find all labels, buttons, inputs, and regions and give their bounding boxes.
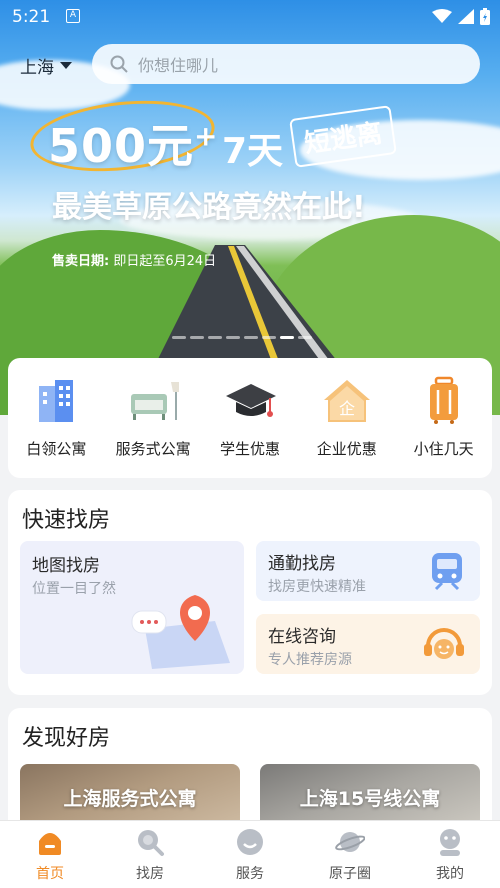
chevron-down-icon — [60, 62, 72, 69]
service-icon — [237, 829, 263, 855]
search-placeholder: 你想住哪儿 — [138, 56, 219, 75]
carousel-dot[interactable] — [244, 336, 258, 339]
promo-sale-date: 售卖日期: 即日起至6月24日 — [52, 250, 216, 269]
category-label: 白领公寓 — [26, 440, 87, 458]
category-label: 学生优惠 — [219, 440, 280, 458]
search-input[interactable]: 你想住哪儿 — [92, 44, 480, 84]
profile-icon — [440, 829, 460, 856]
notification-a-icon: A — [66, 9, 80, 23]
bottom-tab-bar: 首页 找房 服务 原子圈 我的 — [0, 820, 500, 888]
promo-days: 7天 — [222, 131, 284, 172]
svg-text:企: 企 — [339, 399, 355, 418]
tab-service[interactable]: 服务 — [210, 827, 290, 888]
category-white-collar[interactable]: 白领公寓 — [11, 376, 101, 459]
category-short-stay[interactable]: 小住几天 — [399, 376, 489, 459]
discover-item-title: 上海服务式公寓 — [63, 788, 197, 810]
sofa-lamp-icon — [127, 376, 180, 426]
section-title: 发现好房 — [22, 726, 111, 751]
search-icon — [110, 55, 128, 73]
category-student-discount[interactable]: 学生优惠 — [205, 376, 295, 459]
tab-label: 原子圈 — [329, 866, 371, 882]
tab-home[interactable]: 首页 — [10, 827, 90, 888]
carousel-dot[interactable] — [226, 336, 240, 339]
promo-price-value: 500元 — [48, 119, 195, 173]
train-icon — [432, 553, 462, 591]
tab-label: 首页 — [36, 866, 64, 882]
office-building-icon — [30, 376, 82, 426]
carousel-dot[interactable] — [172, 336, 186, 339]
quick-find-section: 快速找房 地图找房 位置一目了然 通勤找房 找房更快速精准 在线咨询 专人推荐房… — [8, 490, 492, 695]
signal-icon — [458, 9, 474, 24]
sale-date-text: 即日起至6月24日 — [113, 254, 217, 269]
commute-search-card[interactable]: 通勤找房 找房更快速精准 — [256, 541, 480, 601]
carousel-dot[interactable] — [190, 336, 204, 339]
promo-price-sup: + — [194, 119, 219, 153]
card-title: 地图找房 — [32, 556, 100, 576]
discover-item-title: 上海15号线公寓 — [299, 788, 441, 810]
category-serviced-apartment[interactable]: 服务式公寓 — [108, 376, 198, 459]
carousel-dot[interactable] — [262, 336, 276, 339]
online-consult-card[interactable]: 在线咨询 专人推荐房源 — [256, 614, 480, 674]
category-enterprise-discount[interactable]: 企 企业优惠 — [302, 376, 392, 459]
headset-icon — [424, 628, 464, 659]
promo-price: 500元+ — [48, 110, 219, 176]
sale-date-label: 售卖日期: — [52, 254, 110, 269]
tab-atom-circle[interactable]: 原子圈 — [310, 827, 390, 888]
section-title: 快速找房 — [22, 508, 111, 533]
promo-slogan: 最美草原公路竟然在此! — [52, 190, 366, 225]
tab-profile[interactable]: 我的 — [410, 827, 490, 888]
carousel-dot[interactable] — [280, 336, 294, 339]
home-icon — [39, 833, 61, 855]
wifi-icon — [432, 9, 452, 23]
carousel-dot[interactable] — [208, 336, 222, 339]
status-bar: 5:21 A — [0, 0, 500, 34]
city-selector[interactable]: 上海 — [20, 53, 72, 78]
tab-find-house[interactable]: 找房 — [110, 827, 190, 888]
carousel-indicator[interactable] — [172, 336, 312, 339]
promo-banner[interactable]: 5:21 A 上海 你想住哪儿 500元+ 7天 短逃离 最美草原公路竟然在此!… — [0, 0, 500, 415]
map-search-card[interactable]: 地图找房 位置一目了然 — [20, 541, 244, 674]
graduation-cap-icon — [224, 376, 276, 426]
category-label: 服务式公寓 — [115, 440, 191, 458]
tab-label: 服务 — [236, 866, 264, 882]
enterprise-house-icon: 企 — [321, 376, 373, 426]
search-icon — [138, 830, 164, 856]
luggage-icon — [418, 376, 470, 426]
battery-icon — [480, 8, 490, 25]
city-label: 上海 — [20, 58, 54, 78]
map-pin-icon — [131, 595, 230, 669]
carousel-dot[interactable] — [298, 336, 312, 339]
category-card: 白领公寓 服务式公寓 学生优惠 企 企业优惠 小住几天 — [8, 358, 492, 478]
clock: 5:21 — [12, 7, 51, 27]
category-label: 小住几天 — [413, 440, 474, 458]
tab-label: 找房 — [136, 866, 164, 882]
planet-icon — [335, 832, 365, 852]
tab-label: 我的 — [436, 866, 464, 882]
category-label: 企业优惠 — [316, 440, 377, 458]
